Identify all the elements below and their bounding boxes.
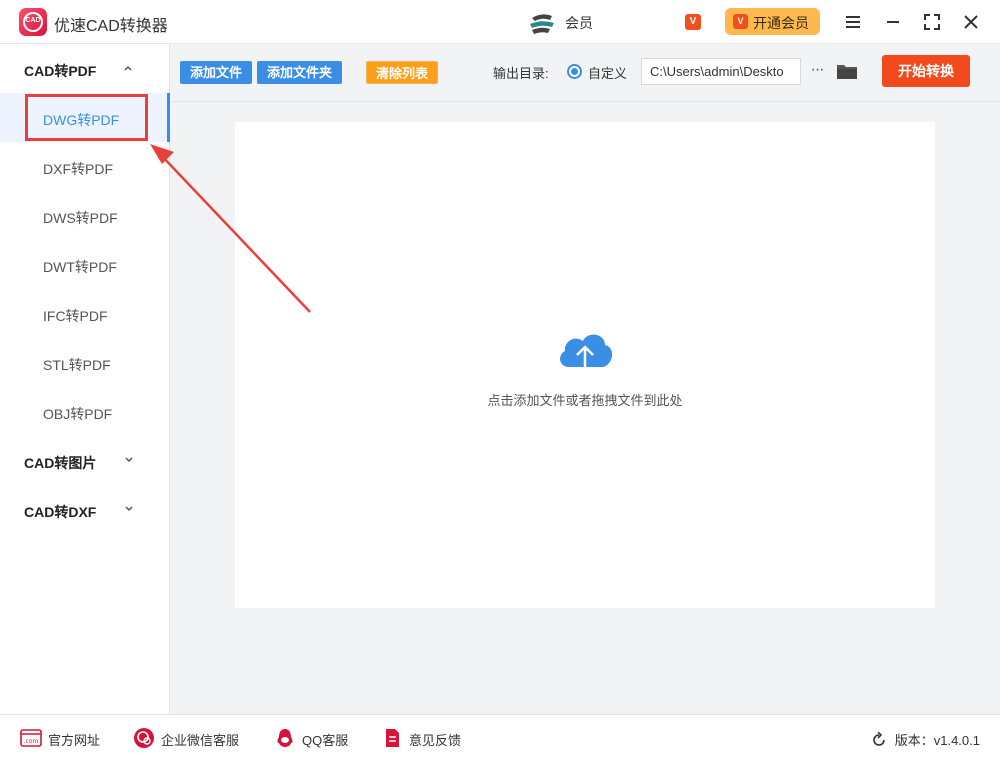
member-logo-icon <box>530 14 554 34</box>
version-label: 版本：v1.4.0.1 <box>894 733 980 748</box>
member-status-text: 会员 <box>565 15 593 31</box>
footer: .com 官方网址 企业微信客服 QQ客服 意见反馈 版本：v1.4.0.1 <box>0 714 1000 760</box>
feedback-icon <box>386 729 399 747</box>
chevron-down-icon <box>125 457 133 463</box>
vip-level-icon: V <box>685 14 701 30</box>
close-icon[interactable] <box>959 10 983 34</box>
website-icon: .com <box>20 729 42 747</box>
wechat-label: 企业微信客服 <box>161 733 240 748</box>
file-drop-zone[interactable]: 点击添加文件或者拖拽文件到此处 <box>235 122 935 608</box>
sidebar-item-stl-to-pdf[interactable]: STL转PDF <box>0 338 170 387</box>
sidebar-item-label: DWT转PDF <box>43 259 117 275</box>
feedback-label: 意见反馈 <box>409 733 462 748</box>
folder-icon[interactable] <box>836 61 858 81</box>
sidebar-item-label: STL转PDF <box>43 357 111 373</box>
qq-label: QQ客服 <box>302 733 349 748</box>
output-dir-label: 输出目录: <box>493 66 549 81</box>
browse-more-button[interactable]: ··· <box>807 58 827 85</box>
app-logo-text: CAD <box>25 17 41 24</box>
start-convert-button[interactable]: 开始转换 <box>882 55 970 87</box>
custom-dir-radio[interactable] <box>567 64 582 79</box>
sidebar-item-dwt-to-pdf[interactable]: DWT转PDF <box>0 240 170 289</box>
svg-text:.com: .com <box>24 738 39 745</box>
clear-list-button[interactable]: 清除列表 <box>366 61 438 84</box>
refresh-icon[interactable] <box>871 732 887 748</box>
sidebar-group-cad-to-dxf[interactable]: CAD转DXF <box>0 485 170 534</box>
minimize-icon[interactable] <box>881 10 905 34</box>
sidebar-item-ifc-to-pdf[interactable]: IFC转PDF <box>0 289 170 338</box>
sidebar-item-label: DXF转PDF <box>43 161 113 177</box>
sidebar-group-cad-to-pdf[interactable]: CAD转PDF <box>0 44 170 93</box>
sidebar-item-obj-to-pdf[interactable]: OBJ转PDF <box>0 387 170 436</box>
output-path-input[interactable] <box>641 58 801 85</box>
chevron-up-icon <box>124 65 132 71</box>
drop-hint-text: 点击添加文件或者拖拽文件到此处 <box>487 393 683 408</box>
custom-dir-label: 自定义 <box>588 66 628 81</box>
title-bar: CAD 优速CAD转换器 会员 V V 开通会员 <box>0 0 1000 44</box>
sidebar-group-label: CAD转DXF <box>24 504 97 520</box>
toolbar: 添加文件 添加文件夹 清除列表 输出目录: 自定义 ··· 开始转换 <box>171 44 1000 102</box>
website-label: 官方网址 <box>48 733 101 748</box>
cloud-upload-icon <box>560 334 613 379</box>
open-vip-button[interactable]: V 开通会员 <box>725 8 820 35</box>
annotation-highlight-box <box>25 94 148 141</box>
sidebar-item-label: OBJ转PDF <box>43 406 113 422</box>
sidebar-item-dxf-to-pdf[interactable]: DXF转PDF <box>0 142 170 191</box>
vip-badge-icon: V <box>733 14 748 29</box>
sidebar-item-label: DWS转PDF <box>43 210 118 226</box>
sidebar-group-label: CAD转PDF <box>24 63 97 79</box>
menu-icon[interactable] <box>841 10 865 34</box>
open-vip-label: 开通会员 <box>753 15 809 31</box>
add-file-button[interactable]: 添加文件 <box>180 61 252 84</box>
app-title: 优速CAD转换器 <box>54 18 168 35</box>
sidebar: CAD转PDF DWG转PDF DXF转PDF DWS转PDF DWT转PDF … <box>0 44 170 714</box>
wechat-icon <box>134 728 154 748</box>
sidebar-group-label: CAD转图片 <box>24 455 97 471</box>
sidebar-item-label: IFC转PDF <box>43 308 108 324</box>
app-logo-icon: CAD <box>19 8 47 36</box>
add-folder-button[interactable]: 添加文件夹 <box>257 61 342 84</box>
sidebar-group-cad-to-image[interactable]: CAD转图片 <box>0 436 170 485</box>
chevron-down-icon <box>125 506 133 512</box>
active-indicator <box>167 93 170 142</box>
version-info: 版本：v1.4.0.1 <box>871 730 980 749</box>
maximize-icon[interactable] <box>920 10 944 34</box>
qq-icon <box>277 729 293 747</box>
sidebar-item-dws-to-pdf[interactable]: DWS转PDF <box>0 191 170 240</box>
